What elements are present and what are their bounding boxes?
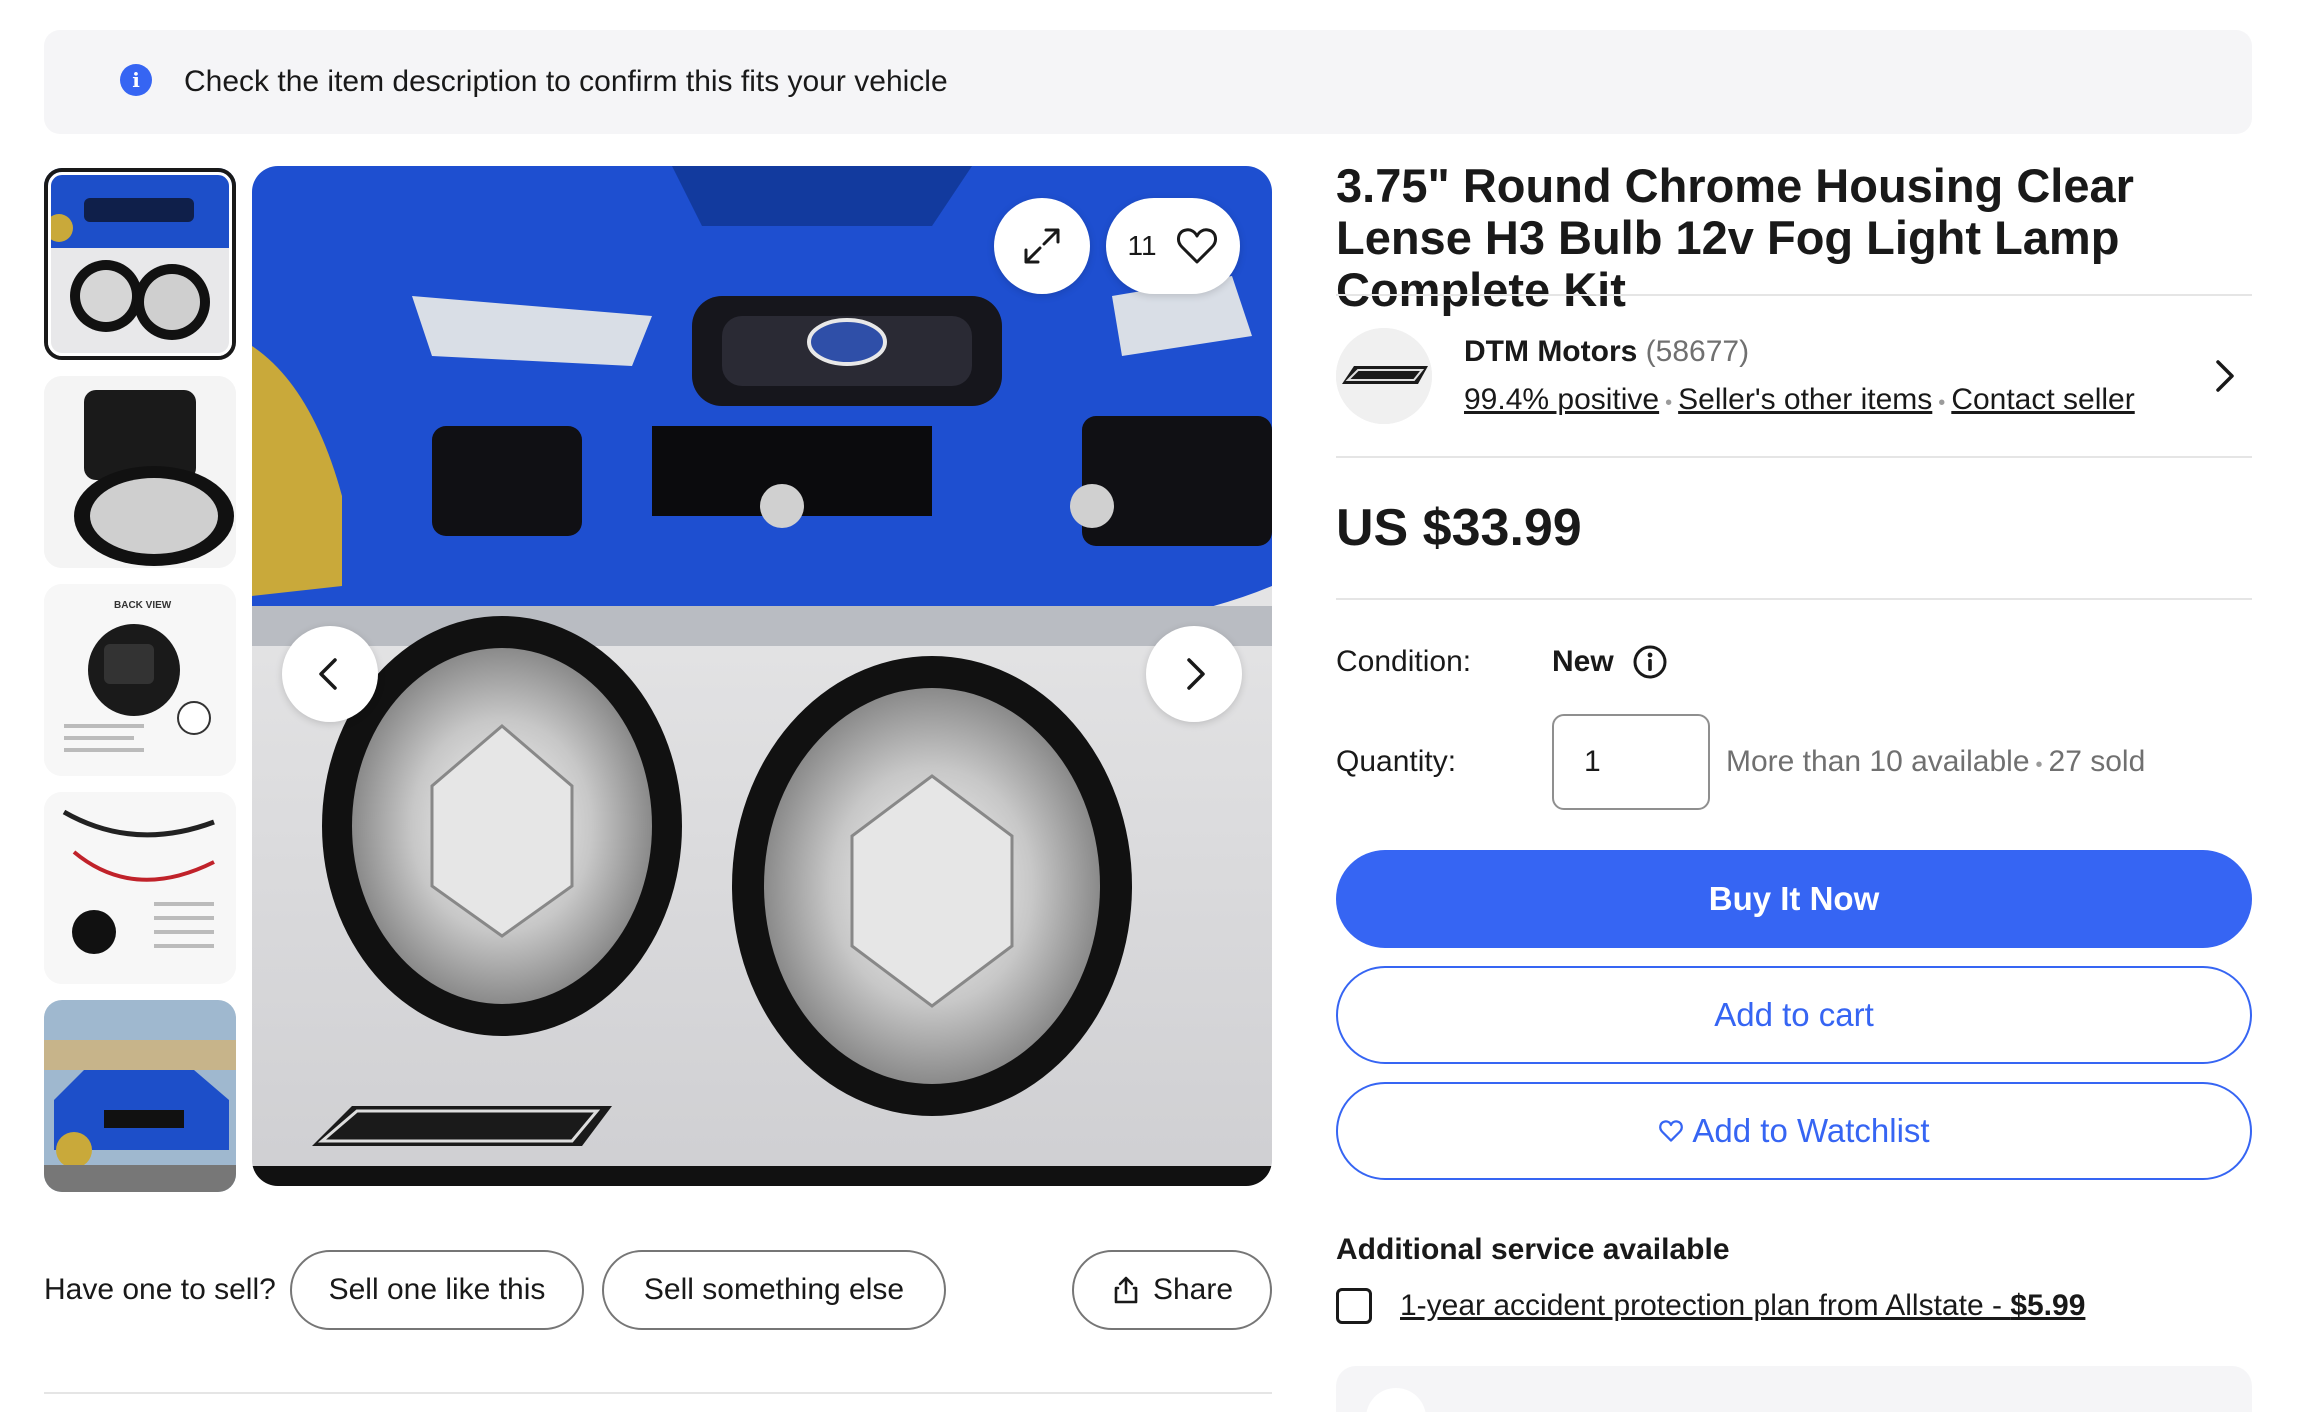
protection-plan-price: $5.99	[2010, 1289, 2086, 1322]
seller-feedback-count: (58677)	[1645, 335, 1750, 368]
next-image-button[interactable]	[1146, 626, 1242, 722]
info-icon: i	[120, 64, 152, 96]
seller-links: 99.4% positive • Seller's other items • Cont…	[1464, 382, 2135, 421]
add-to-watchlist-label: Add to Watchlist	[1692, 1112, 1930, 1149]
product-photo	[252, 166, 1272, 1186]
divider	[1336, 456, 2252, 458]
add-to-cart-button[interactable]: Add to cart	[1336, 966, 2252, 1064]
thumbnail-1[interactable]	[44, 168, 236, 360]
quantity-input[interactable]	[1552, 714, 1710, 810]
contact-seller-link[interactable]: Contact seller	[1951, 383, 2134, 416]
fitment-notice: i Check the item description to confirm …	[44, 30, 2252, 134]
expand-image-button[interactable]	[994, 198, 1090, 294]
expand-icon	[1024, 228, 1060, 264]
protection-plan-link[interactable]: 1-year accident protection plan from All…	[1400, 1286, 2085, 1326]
divider	[1336, 294, 2252, 296]
divider	[44, 1392, 1272, 1394]
add-to-watchlist-button[interactable]: Add to Watchlist	[1336, 1082, 2252, 1180]
seller-logo-image	[1336, 328, 1432, 424]
protection-plan-checkbox[interactable]	[1336, 1288, 1372, 1324]
sell-question: Have one to sell?	[44, 1273, 276, 1306]
available-count: More than 10 available	[1726, 745, 2030, 778]
fitment-notice-text: Check the item description to confirm th…	[184, 65, 948, 98]
thumbnail-image	[44, 376, 236, 568]
quantity-label: Quantity:	[1336, 745, 1457, 778]
seller-name-text[interactable]: DTM Motors	[1464, 335, 1637, 368]
buy-it-now-button[interactable]: Buy It Now	[1336, 850, 2252, 948]
condition-label: Condition:	[1336, 645, 1472, 678]
share-icon	[1114, 1276, 1138, 1304]
sell-something-else-button[interactable]: Sell something else	[602, 1250, 946, 1330]
heart-icon	[1659, 1120, 1684, 1142]
seller-logo[interactable]	[1336, 328, 1432, 424]
chevron-left-icon	[319, 658, 337, 690]
watch-count-button[interactable]: 11	[1106, 198, 1240, 294]
thumbnail-3[interactable]: BACK VIEW	[44, 584, 236, 776]
seller-other-items-link[interactable]: Seller's other items	[1678, 383, 1932, 416]
heart-icon	[1176, 228, 1217, 264]
seller-positive-link[interactable]: 99.4% positive	[1464, 383, 1659, 416]
share-label: Share	[1152, 1273, 1234, 1306]
thumb-back-view-label: BACK VIEW	[114, 600, 172, 611]
bottom-card	[1336, 1366, 2252, 1412]
chevron-right-icon	[1187, 658, 1205, 690]
separator-dot: •	[1938, 392, 1946, 414]
previous-image-button[interactable]	[282, 626, 378, 722]
product-title: 3.75" Round Chrome Housing Clear Lense H…	[1336, 159, 2134, 316]
info-icon[interactable]	[1632, 644, 1668, 680]
bottom-card-icon	[1366, 1388, 1426, 1412]
sold-count: 27 sold	[2048, 745, 2146, 778]
thumbnail-2[interactable]	[44, 376, 236, 568]
sell-one-like-this-button[interactable]: Sell one like this	[290, 1250, 584, 1330]
availability: More than 10 available • 27 sold	[1726, 742, 2145, 785]
separator-dot: •	[2035, 754, 2043, 776]
divider	[1336, 598, 2252, 600]
thumbnail-5[interactable]	[44, 1000, 236, 1192]
thumbnail-image	[44, 792, 236, 984]
price: US $33.99	[1336, 499, 1582, 557]
main-product-image[interactable]: 11	[252, 166, 1272, 1186]
thumbnail-image: BACK VIEW	[44, 584, 236, 776]
thumbnail-image	[44, 1000, 236, 1192]
additional-service-title: Additional service available	[1336, 1233, 1730, 1266]
thumbnail-4[interactable]	[44, 792, 236, 984]
share-button[interactable]: Share	[1072, 1250, 1272, 1330]
watch-count: 11	[1127, 230, 1157, 261]
separator-dot: •	[1665, 392, 1673, 414]
protection-plan-text: 1-year accident protection plan from All…	[1400, 1289, 2011, 1322]
condition-value: New	[1552, 645, 1614, 678]
thumbnail-image	[44, 168, 236, 360]
seller-chevron-right-icon[interactable]	[2204, 356, 2244, 396]
seller-name[interactable]: DTM Motors (58677)	[1464, 334, 1749, 370]
